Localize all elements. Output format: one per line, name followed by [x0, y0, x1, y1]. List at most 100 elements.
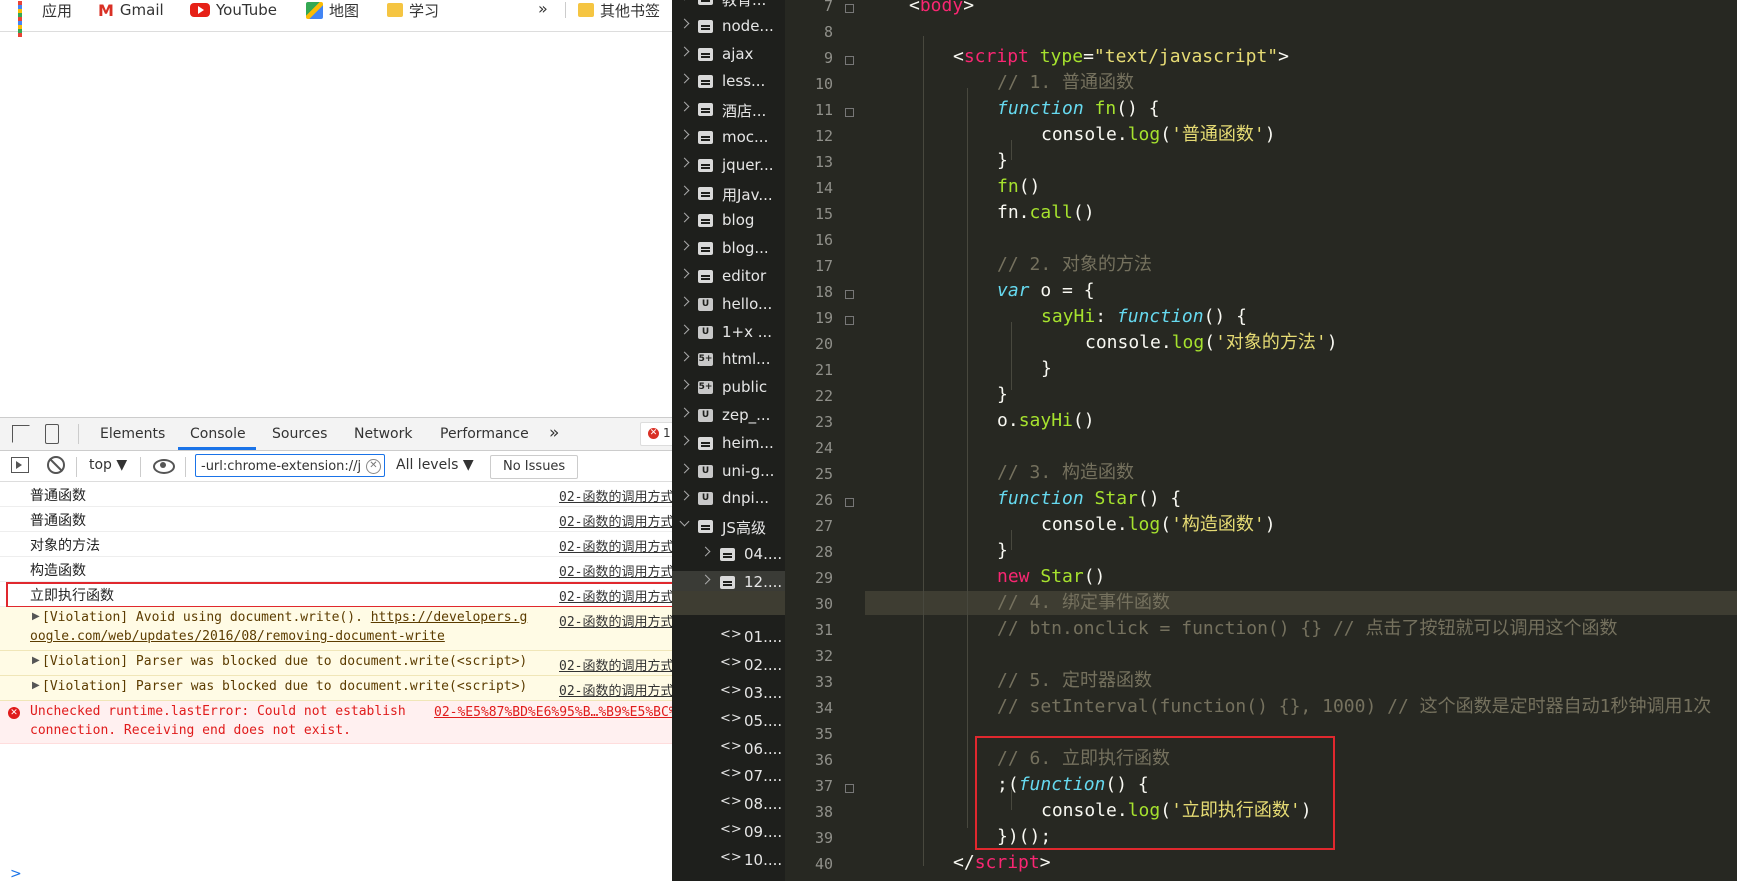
chevron-down-icon[interactable] [679, 516, 690, 527]
tree-item[interactable]: less... [672, 70, 785, 94]
tree-item[interactable]: jquer... [672, 154, 785, 178]
bookmarks-overflow-button[interactable]: » [538, 0, 548, 18]
expand-arrow-icon[interactable]: ▶ [32, 655, 40, 666]
chevron-right-icon[interactable] [679, 73, 690, 84]
bookmark-apps[interactable]: 应用 [18, 0, 72, 37]
log-source-link[interactable]: 02-函数的调用方式 [559, 536, 672, 555]
chevron-right-icon[interactable] [679, 129, 690, 140]
tree-item[interactable]: Uuni-g... [672, 460, 785, 484]
code-area[interactable]: <body> <script type="text/javascript"> /… [865, 0, 1737, 881]
console-filter-input[interactable] [195, 454, 385, 477]
log-source-link[interactable]: 02-函数的调用方式 [559, 561, 672, 580]
tree-item[interactable]: Udnpi... [672, 487, 785, 511]
chevron-right-icon[interactable] [679, 101, 690, 112]
fold-toggle-icon[interactable] [845, 4, 854, 13]
fold-toggle-icon[interactable] [845, 108, 854, 117]
tree-item[interactable]: 教育... [672, 0, 785, 11]
more-tabs-button[interactable]: » [549, 423, 559, 443]
tree-item[interactable]: <> 10.... [672, 849, 785, 873]
chevron-right-icon[interactable] [679, 490, 690, 501]
bookmark-gmail[interactable]: M Gmail [98, 0, 164, 20]
tree-item[interactable]: Uhello... [672, 293, 785, 317]
chevron-right-icon[interactable] [679, 324, 690, 335]
inspect-element-icon[interactable] [12, 425, 30, 443]
tree-item[interactable]: 5+ html... [672, 348, 785, 372]
tree-item[interactable]: 5+ public [672, 376, 785, 400]
line-number: 18 [814, 283, 833, 301]
tree-item[interactable]: ajax [672, 43, 785, 67]
expand-arrow-icon[interactable]: ▶ [32, 680, 40, 691]
live-expression-eye-icon[interactable] [153, 459, 175, 474]
expand-arrow-icon[interactable]: ▶ [32, 611, 40, 622]
tree-item[interactable]: <> 01.... [672, 626, 785, 650]
chevron-right-icon[interactable] [679, 435, 690, 446]
tab-performance[interactable]: Performance [440, 426, 529, 442]
log-levels-dropdown[interactable]: All levels ▼ [396, 457, 474, 473]
tree-item[interactable]: <> 02.... [672, 654, 785, 678]
fold-toggle-icon[interactable] [845, 498, 854, 507]
chevron-right-icon[interactable] [679, 212, 690, 223]
tree-item[interactable]: heim... [672, 432, 785, 456]
tree-item[interactable]: <> 05.... [672, 710, 785, 734]
context-selector[interactable]: top ▼ [89, 457, 127, 473]
chevron-right-icon[interactable] [679, 379, 690, 390]
tab-elements[interactable]: Elements [100, 426, 165, 442]
clear-filter-icon[interactable]: ✕ [366, 459, 381, 474]
chevron-right-icon[interactable] [679, 185, 690, 196]
chevron-right-icon[interactable] [679, 240, 690, 251]
chevron-right-icon[interactable] [679, 407, 690, 418]
bookmark-other[interactable]: 其他书签 [578, 0, 660, 20]
log-source-link[interactable]: 02-函数的调用方式 [559, 511, 672, 530]
tree-item[interactable]: editor [672, 265, 785, 289]
console-prompt[interactable]: > [10, 866, 22, 881]
tree-item-label: uni-g... [722, 461, 775, 480]
log-source-link[interactable]: 02-函数的调用方式 [559, 655, 672, 674]
issues-button[interactable]: No Issues [490, 455, 579, 479]
device-toolbar-icon[interactable] [45, 424, 59, 444]
tab-sources[interactable]: Sources [272, 426, 327, 442]
chevron-right-icon[interactable] [679, 296, 690, 307]
tree-item[interactable]: node... [672, 15, 785, 39]
tree-item[interactable]: <> 09.... [672, 821, 785, 845]
tree-item[interactable]: 04.... [672, 543, 785, 567]
fold-toggle-icon[interactable] [845, 290, 854, 299]
bookmark-youtube[interactable]: YouTube [190, 0, 277, 20]
chevron-right-icon[interactable] [679, 463, 690, 474]
chevron-right-icon[interactable] [679, 46, 690, 57]
tree-item[interactable]: JS高级 [672, 515, 785, 539]
chevron-right-icon[interactable] [679, 351, 690, 362]
fold-toggle-icon[interactable] [845, 56, 854, 65]
log-source-link[interactable]: 02-函数的调用方式 [559, 486, 672, 505]
tree-item[interactable]: <> 07.... [672, 765, 785, 789]
tree-item[interactable]: <> 03.... [672, 682, 785, 706]
tree-item[interactable]: Uzep_... [672, 404, 785, 428]
error-count-badge[interactable]: ✕ 1 [640, 422, 672, 446]
error-source-link[interactable]: 02-%E5%87%BD%E6%95%B…%B9%E5%BC%8F.html:1 [434, 705, 672, 720]
tab-network[interactable]: Network [354, 426, 412, 442]
bookmark-study[interactable]: 学习 [387, 0, 439, 20]
tree-item[interactable]: <> 08.... [672, 793, 785, 817]
tab-console[interactable]: Console [190, 426, 246, 442]
tree-item[interactable]: 酒店... [672, 98, 785, 122]
fold-toggle-icon[interactable] [845, 784, 854, 793]
tree-item[interactable]: blog [672, 209, 785, 233]
tree-item[interactable]: blog... [672, 237, 785, 261]
chevron-right-icon[interactable] [679, 18, 690, 29]
fold-toggle-icon[interactable] [845, 316, 854, 325]
clear-console-icon[interactable] [47, 456, 65, 474]
violation-link[interactable]: https://developers.g [371, 610, 528, 625]
tree-item[interactable]: 用Jav... [672, 182, 785, 206]
line-number: 17 [814, 257, 833, 275]
show-sidebar-icon[interactable] [11, 457, 29, 473]
chevron-right-icon[interactable] [700, 546, 711, 557]
tree-item[interactable]: <> 06.... [672, 738, 785, 762]
chevron-right-icon[interactable] [700, 574, 711, 585]
log-source-link[interactable]: 02-函数的调用方式 [559, 611, 672, 630]
log-source-link[interactable]: 02-函数的调用方式 [559, 680, 672, 699]
tree-item[interactable]: moc... [672, 126, 785, 150]
chevron-right-icon[interactable] [679, 157, 690, 168]
bookmark-map[interactable]: 地图 [306, 0, 359, 20]
tree-item[interactable]: U 1+x ... [672, 321, 785, 345]
violation-link[interactable]: oogle.com/web/updates/2016/08/removing-d… [30, 629, 445, 644]
chevron-right-icon[interactable] [679, 268, 690, 279]
